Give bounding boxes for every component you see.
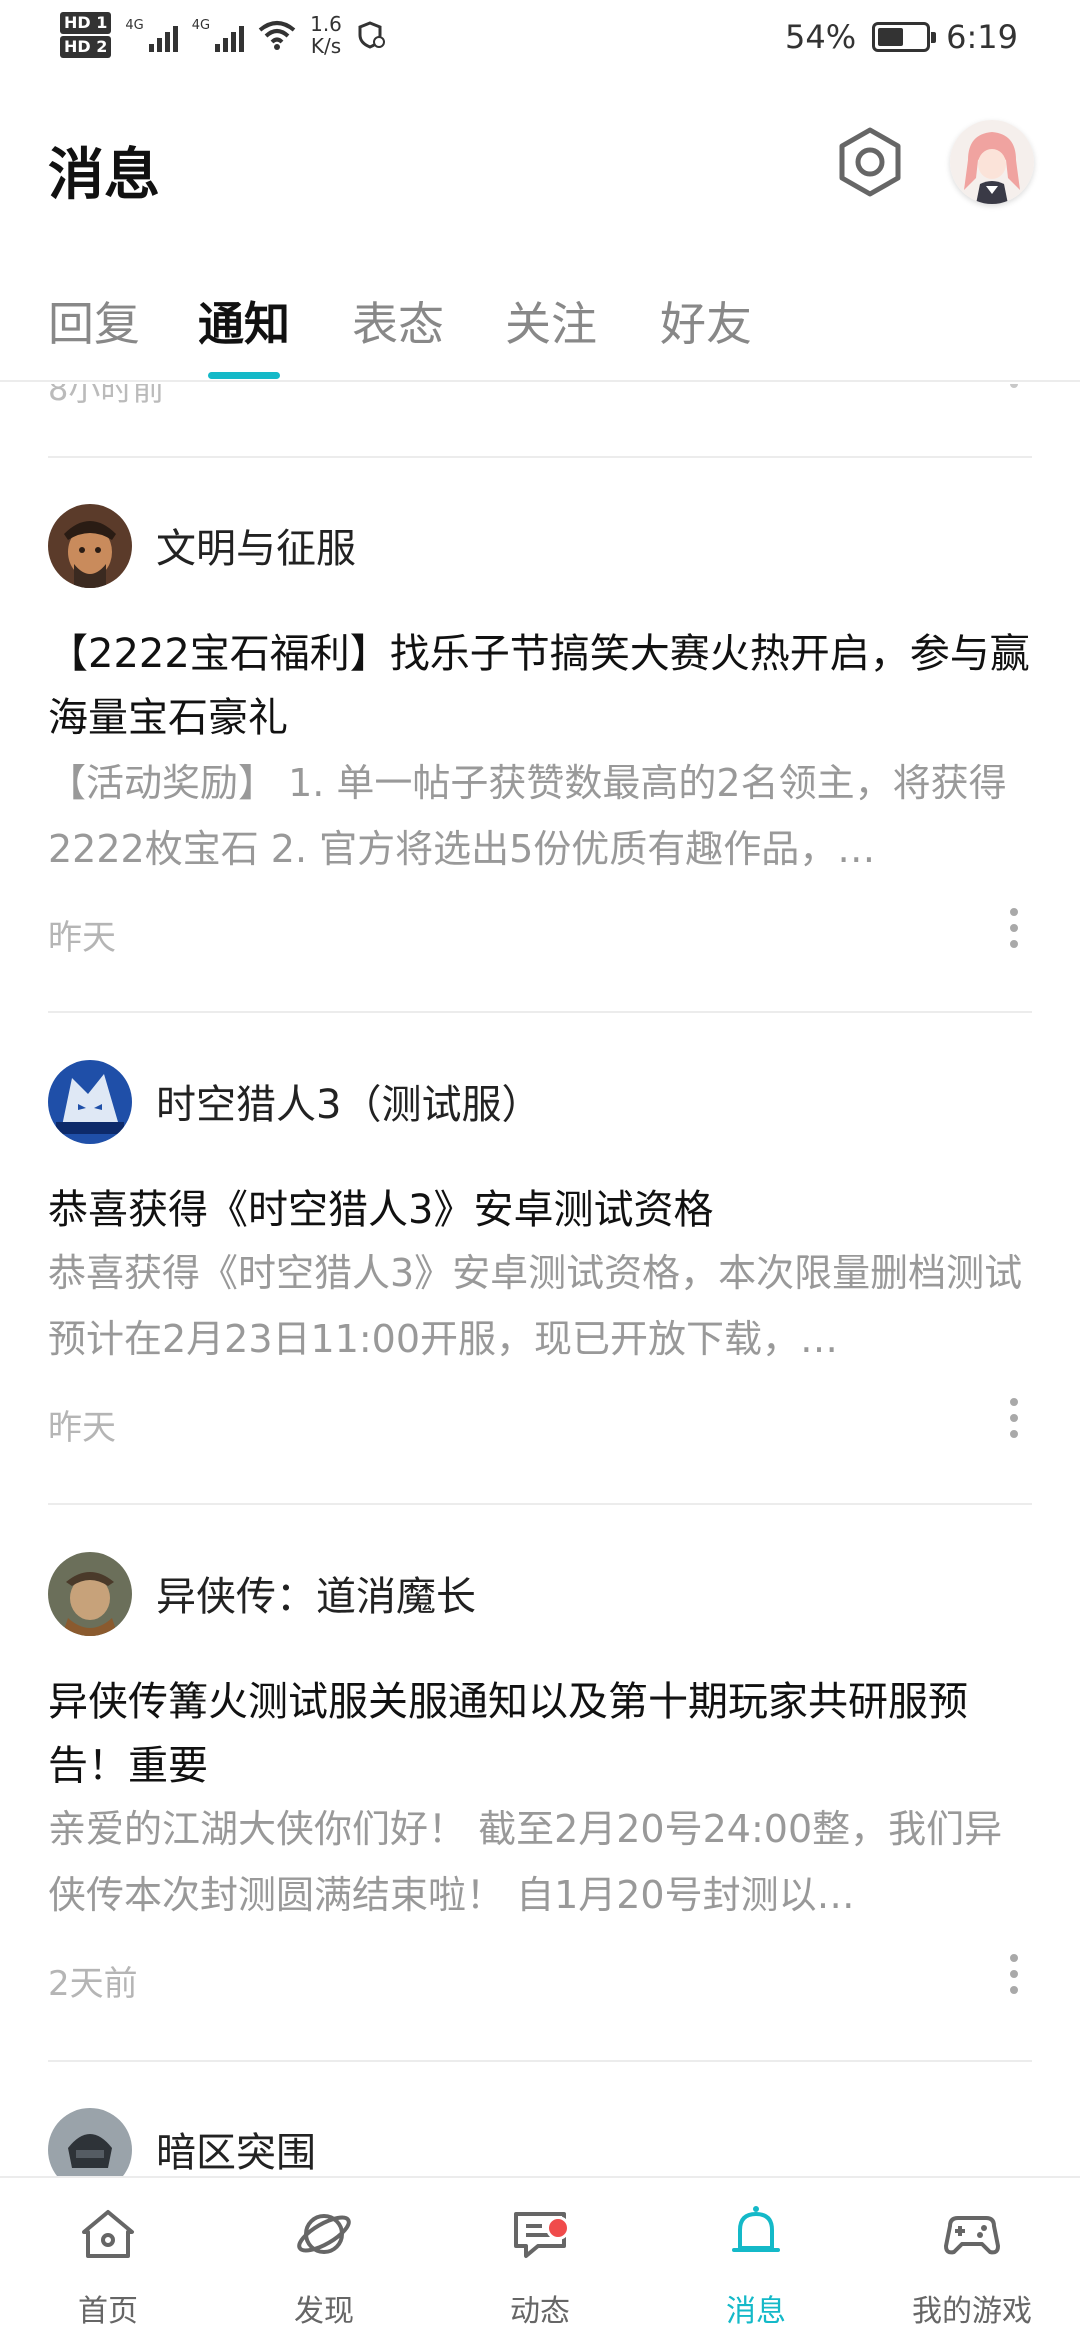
network-speed: 1.6 K/s [310, 13, 342, 57]
divider [48, 1011, 1032, 1013]
anime-girl-avatar-icon [950, 120, 1034, 204]
game-icon-civilization[interactable] [48, 504, 132, 588]
message-tabs: 回复 通知 表态 关注 好友 [0, 270, 1080, 382]
game-name[interactable]: 时空猎人3（测试服） [156, 1072, 541, 1130]
nav-messages[interactable]: 消息 [648, 2178, 864, 2342]
tab-notification[interactable]: 通知 [198, 288, 290, 354]
more-options-icon[interactable] [1000, 908, 1028, 948]
nav-label: 消息 [726, 2294, 786, 2329]
nav-label: 动态 [510, 2294, 570, 2329]
header: 消息 [0, 80, 1080, 260]
hd1-label: HD 1 [60, 12, 112, 34]
unread-badge [546, 2216, 570, 2240]
bottom-navigation: 首页 发现 动态 消息 我的游戏 [0, 2176, 1080, 2340]
divider [48, 1503, 1032, 1505]
warrior-portrait-icon [48, 504, 132, 588]
game-icon-yixia[interactable] [48, 1552, 132, 1636]
signal-1-icon: 4G [125, 18, 178, 52]
home-icon [82, 2210, 134, 2258]
hd-indicator: HD 1 HD 2 [60, 10, 112, 60]
avatar[interactable] [950, 120, 1034, 204]
hexagon-gear-icon [839, 127, 901, 197]
game-icon-time-hunter[interactable] [48, 1060, 132, 1144]
speed-value: 1.6 [310, 12, 342, 36]
notification-title[interactable]: 恭喜获得《时空猎人3》安卓测试资格 [48, 1178, 1038, 1242]
game-name[interactable]: 暗区突围 [156, 2120, 316, 2176]
status-bar: HD 1 HD 2 4G 4G 1.6 K/s 54% 6:19 [0, 0, 1080, 80]
nav-label: 我的游戏 [912, 2294, 1032, 2329]
wolf-portrait-icon [48, 1060, 132, 1144]
notification-body[interactable]: 亲爱的江湖大侠你们好！ 截至2月20号24:00整，我们异侠传本次封测圆满结束啦… [48, 1796, 1032, 1928]
hd2-label: HD 2 [60, 36, 112, 58]
notification-time: 昨天 [48, 918, 116, 958]
signal-2-icon: 4G [191, 18, 245, 52]
wifi-icon [258, 21, 296, 50]
active-tab-indicator [208, 372, 280, 379]
notification-time: 2天前 [48, 1964, 138, 2004]
nav-my-games[interactable]: 我的游戏 [864, 2178, 1080, 2342]
planet-icon [297, 2214, 351, 2254]
network-2-label: 4G [191, 18, 211, 33]
network-1-label: 4G [125, 18, 144, 33]
notification-body[interactable]: 恭喜获得《时空猎人3》安卓测试资格，本次限量删档测试预计在2月23日11:00开… [48, 1240, 1032, 1372]
nav-label: 发现 [294, 2294, 354, 2329]
clock: 6:19 [946, 18, 1018, 56]
nav-discover[interactable]: 发现 [216, 2178, 432, 2342]
nav-label: 首页 [78, 2294, 138, 2329]
battery-percent: 54% [785, 18, 857, 56]
speed-unit: K/s [310, 34, 342, 58]
more-options-icon[interactable] [1000, 1954, 1028, 1994]
game-icon-arena-breakout[interactable] [48, 2108, 132, 2176]
notification-body[interactable]: 【活动奖励】 1. 单一帖子获赞数最高的2名领主，将获得2222枚宝石 2. 官… [48, 750, 1032, 882]
bell-icon [732, 2206, 780, 2252]
notification-time: 昨天 [48, 1408, 116, 1448]
notification-title[interactable]: 异侠传篝火测试服关服通知以及第十期玩家共研服预告！重要 [48, 1670, 1038, 1798]
partial-more-icon [1010, 384, 1018, 388]
monk-portrait-icon [48, 1552, 132, 1636]
battery-icon [872, 22, 937, 52]
divider [48, 2060, 1032, 2062]
page-title: 消息 [48, 143, 160, 208]
soldier-portrait-icon [48, 2108, 132, 2176]
divider [48, 456, 1032, 458]
settings-button[interactable] [832, 124, 908, 200]
notification-title[interactable]: 【2222宝石福利】找乐子节搞笑大赛火热开启，参与赢海量宝石豪礼 [48, 622, 1038, 750]
partial-item-time: 8小时前 [48, 384, 165, 408]
notification-list[interactable]: 8小时前 文明与征服 【2222宝石福利】找乐子节搞笑大赛火热开启，参与赢海量宝… [0, 384, 1080, 2176]
nav-feed[interactable]: 动态 [432, 2178, 648, 2342]
game-name[interactable]: 异侠传：道消魔长 [156, 1564, 476, 1622]
tab-friends[interactable]: 好友 [660, 288, 752, 354]
game-name[interactable]: 文明与征服 [156, 516, 356, 574]
more-options-icon[interactable] [1000, 1398, 1028, 1438]
shield-notification-icon [358, 21, 385, 49]
nav-home[interactable]: 首页 [0, 2178, 216, 2342]
tab-reaction[interactable]: 表态 [352, 288, 444, 354]
gamepad-icon [944, 2216, 1000, 2255]
tab-reply[interactable]: 回复 [48, 288, 140, 354]
tab-follow[interactable]: 关注 [505, 288, 597, 354]
